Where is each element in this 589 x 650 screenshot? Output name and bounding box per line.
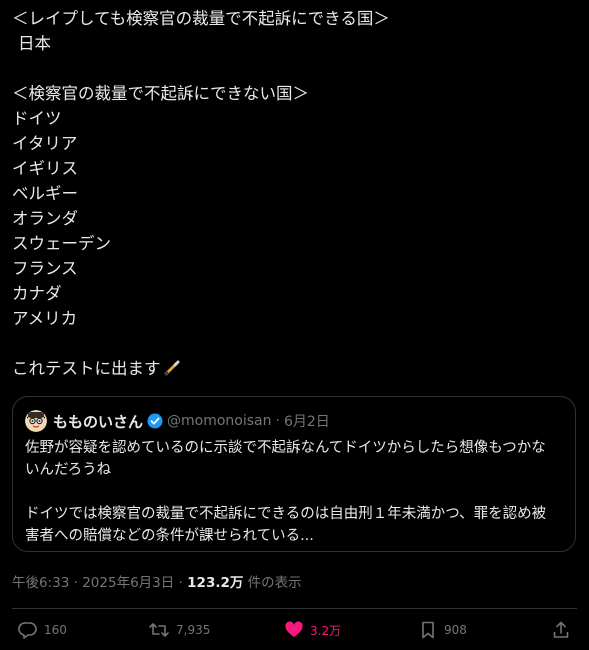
quoted-post-body: 佐野が容疑を認めているのに示談で不起訴なんてドイツからしたら想像もつかな いんだ… — [25, 437, 565, 547]
post-time[interactable]: 午後6:33 — [12, 575, 69, 591]
verified-badge-icon — [147, 413, 163, 429]
divider — [12, 608, 577, 609]
post-line: ベルギー — [12, 184, 78, 203]
bookmark-count: 908 — [444, 623, 467, 637]
post-line: スウェーデン — [12, 234, 111, 253]
post-line: イタリア — [12, 134, 78, 153]
repost-button[interactable]: 7,935 — [148, 620, 210, 640]
quoted-line: 害者への賠償などの条件が課せられている... — [25, 528, 314, 544]
reply-button[interactable]: 160 — [18, 620, 67, 640]
repost-count: 7,935 — [176, 623, 211, 637]
quoted-author-name[interactable]: もものいさん — [53, 411, 143, 432]
post-line: ＜検察官の裁量で不起訴にできない国＞ — [12, 84, 309, 103]
view-count: 123.2万 — [187, 575, 244, 591]
quoted-author-handle[interactable]: @momonoisan — [167, 413, 271, 429]
post-text: ＜レイプしても検察官の裁量で不起訴にできる国＞ 日本 ＜検察官の裁量で不起訴にで… — [12, 6, 577, 381]
like-button[interactable]: 3.2万 — [284, 620, 341, 640]
bookmark-button[interactable]: 908 — [418, 620, 467, 640]
post-line-blank — [12, 56, 577, 81]
share-icon — [551, 620, 577, 640]
post-line: カナダ — [12, 284, 62, 303]
pen-icon — [163, 359, 181, 384]
quoted-post-date[interactable]: 6月2日 — [284, 411, 330, 431]
post-line: フランス — [12, 259, 78, 278]
separator-dot: · — [73, 575, 78, 591]
post-meta: 午後6:33 · 2025年6月3日 · 123.2万 件の表示 — [12, 571, 302, 591]
reply-icon — [18, 620, 44, 640]
like-count: 3.2万 — [310, 623, 342, 638]
quoted-line: 佐野が容疑を認めているのに示談で不起訴なんてドイツからしたら想像もつかな — [25, 440, 546, 456]
action-bar: 160 7,935 3.2万 908 — [0, 618, 589, 648]
repost-icon — [148, 620, 176, 640]
share-button[interactable] — [551, 620, 577, 640]
post-line: アメリカ — [12, 309, 78, 328]
post-line-last: これテストに出ます — [12, 356, 577, 381]
post-line: 日本 — [18, 34, 51, 53]
avatar[interactable] — [25, 410, 47, 432]
post-date[interactable]: 2025年6月3日 — [82, 575, 174, 591]
reply-count: 160 — [44, 623, 67, 637]
post-line: オランダ — [12, 209, 78, 228]
quoted-line-blank — [25, 481, 565, 503]
heart-icon — [284, 620, 310, 640]
post-line: イギリス — [12, 159, 78, 178]
separator-dot: · — [275, 413, 280, 429]
post-line: ＜レイプしても検察官の裁量で不起訴にできる国＞ — [12, 9, 390, 28]
post-line-blank — [12, 331, 577, 356]
quoted-line: いんだろうね — [25, 462, 112, 478]
bookmark-icon — [418, 620, 444, 640]
quoted-post[interactable]: もものいさん @momonoisan · 6月2日 佐野が容疑を認めているのに示… — [12, 396, 576, 552]
post-line: これテストに出ます — [12, 359, 161, 378]
post-line: ドイツ — [12, 109, 62, 128]
quoted-line: ドイツでは検察官の裁量で不起訴にできるのは自由刑１年未満かつ、罪を認め被 — [25, 506, 547, 522]
separator-dot: · — [178, 575, 183, 591]
view-count-label: 件の表示 — [247, 575, 302, 591]
quoted-post-header: もものいさん @momonoisan · 6月2日 — [25, 409, 330, 433]
